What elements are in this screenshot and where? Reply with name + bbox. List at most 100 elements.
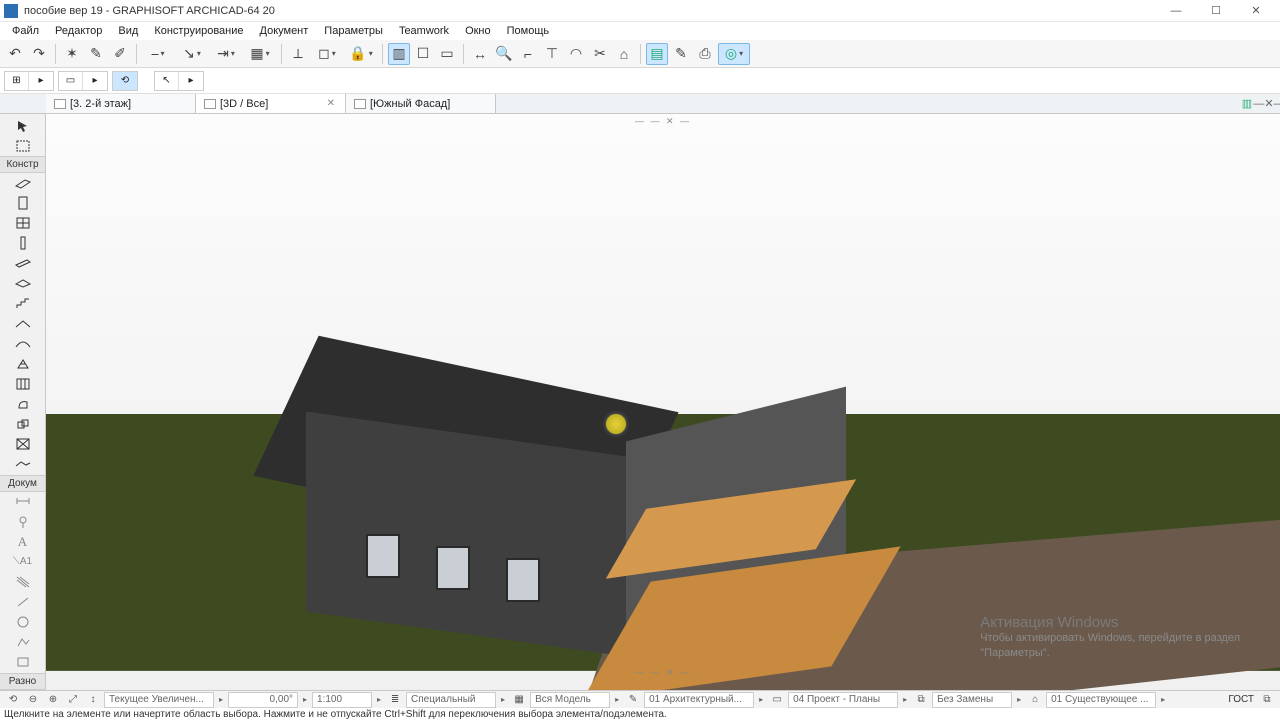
line-tool[interactable] <box>11 592 35 611</box>
nav-back-icon[interactable]: ⟲ <box>4 692 22 708</box>
corner-button[interactable]: ⌐ <box>517 43 539 65</box>
chevron-icon[interactable]: ▸ <box>498 695 508 704</box>
beam-tool[interactable] <box>11 254 35 273</box>
close-button[interactable]: ✕ <box>1236 0 1276 22</box>
geom-opt-1[interactable]: ⊞ <box>5 72 29 90</box>
geom-opt-1b[interactable]: ▸ <box>29 72 53 90</box>
menu-help[interactable]: Помощь <box>499 23 558 39</box>
layer-combo-field[interactable]: Специальный <box>406 692 496 708</box>
guideline-dropdown[interactable]: ⎯ <box>142 43 174 65</box>
model-icon[interactable]: ▦ <box>510 692 528 708</box>
show-hide-button[interactable]: ☐ <box>412 43 434 65</box>
cons-opt-1[interactable]: ▭ <box>59 72 83 90</box>
standard-label[interactable]: ГОСТ <box>1226 694 1256 705</box>
redo-button[interactable]: ↷ <box>28 43 50 65</box>
column-tool[interactable] <box>11 234 35 253</box>
arrow-tool[interactable] <box>11 116 35 135</box>
chevron-icon[interactable]: ▸ <box>1014 695 1024 704</box>
eyedropper-button[interactable]: ✐ <box>109 43 131 65</box>
magic-wand-button[interactable]: ✎ <box>85 43 107 65</box>
minimize-button[interactable]: — <box>1156 0 1196 22</box>
door-tool[interactable] <box>11 193 35 212</box>
trace-button[interactable]: ▭ <box>436 43 458 65</box>
panel-handle-bottom[interactable]: — — ✕ — <box>635 667 691 678</box>
chevron-icon[interactable]: ▸ <box>216 695 226 704</box>
maximize-button[interactable]: ☐ <box>1196 0 1236 22</box>
tab-more-icon[interactable]: ―✕― <box>1258 94 1280 113</box>
arc-button[interactable]: ◠ <box>565 43 587 65</box>
angle-field[interactable]: 0,00° <box>228 692 298 708</box>
replace-field[interactable]: Без Замены <box>932 692 1012 708</box>
label-tool[interactable]: ⟍A1 <box>11 552 35 571</box>
penset-field[interactable]: 01 Архитектурный... <box>644 692 754 708</box>
window-tool[interactable] <box>11 213 35 232</box>
ruler-button[interactable]: ⟂ <box>287 43 309 65</box>
marquee-tool[interactable] <box>11 136 35 155</box>
tab-south-elevation[interactable]: [Южный Фасад] <box>346 94 496 113</box>
text-tool[interactable]: A <box>11 532 35 551</box>
fill-tool[interactable] <box>11 572 35 591</box>
expand-icon[interactable]: ⧉ <box>1258 692 1276 708</box>
menu-view[interactable]: Вид <box>110 23 146 39</box>
reno-icon[interactable]: ⌂ <box>1026 692 1044 708</box>
drawing-tool[interactable] <box>11 653 35 672</box>
morph-tool[interactable] <box>11 394 35 413</box>
scale-field[interactable]: 1:100 <box>312 692 372 708</box>
lock-dropdown[interactable]: 🔒 <box>345 43 377 65</box>
panel-handle-top[interactable]: — — ✕ — <box>635 116 691 127</box>
roof-tool[interactable] <box>11 314 35 333</box>
marquee-button[interactable]: ✎ <box>670 43 692 65</box>
3d-style-dropdown[interactable]: ◎ <box>718 43 750 65</box>
cons-opt-1b[interactable]: ▸ <box>83 72 107 90</box>
fit-icon[interactable]: ⤢ <box>64 692 82 708</box>
chevron-icon[interactable]: ▸ <box>756 695 766 704</box>
3d-doc-button[interactable]: ⎙ <box>694 43 716 65</box>
menu-params[interactable]: Параметры <box>316 23 391 39</box>
arrow-opt-b[interactable]: ▸ <box>179 72 203 90</box>
skylight-tool[interactable] <box>11 354 35 373</box>
find-button[interactable]: 🔍 <box>493 43 515 65</box>
suspend-groups-button[interactable]: ▥ <box>388 43 410 65</box>
zoom-out-icon[interactable]: ⊖ <box>24 692 42 708</box>
menu-teamwork[interactable]: Teamwork <box>391 23 457 39</box>
grid-dropdown[interactable]: ▦ <box>244 43 276 65</box>
replace-icon[interactable]: ⧉ <box>912 692 930 708</box>
orbit-button[interactable]: ⟲ <box>113 72 137 90</box>
tab-3d-all[interactable]: [3D / Все] ✕ <box>196 94 346 113</box>
menu-document[interactable]: Документ <box>252 23 317 39</box>
measure-button[interactable]: ↔ <box>469 43 491 65</box>
circle-tool[interactable] <box>11 613 35 632</box>
menu-design[interactable]: Конструирование <box>146 23 251 39</box>
menu-window[interactable]: Окно <box>457 23 499 39</box>
renovation-field[interactable]: 01 Существующее ... <box>1046 692 1156 708</box>
zoom-in-icon[interactable]: ⊕ <box>44 692 62 708</box>
pen-icon[interactable]: ✎ <box>624 692 642 708</box>
snap-guide-dropdown[interactable]: ↘ <box>176 43 208 65</box>
polyline-tool[interactable] <box>11 633 35 652</box>
pan-icon[interactable]: ↕ <box>84 692 102 708</box>
tab-floor-2[interactable]: [3. 2-й этаж] <box>46 94 196 113</box>
chevron-icon[interactable]: ▸ <box>1158 695 1168 704</box>
stair-tool[interactable] <box>11 294 35 313</box>
viewset-field[interactable]: 04 Проект - Планы <box>788 692 898 708</box>
mesh-tool[interactable] <box>11 455 35 474</box>
cutplane-button[interactable]: ▤ <box>646 43 668 65</box>
object-tool[interactable] <box>11 415 35 434</box>
shell-tool[interactable] <box>11 334 35 353</box>
chevron-icon[interactable]: ▸ <box>374 695 384 704</box>
pick-button[interactable]: ✶ <box>61 43 83 65</box>
undo-button[interactable]: ↶ <box>4 43 26 65</box>
arrow-opt[interactable]: ↖ <box>155 72 179 90</box>
view-icon[interactable]: ▭ <box>768 692 786 708</box>
chevron-icon[interactable]: ▸ <box>900 695 910 704</box>
chevron-icon[interactable]: ▸ <box>612 695 622 704</box>
t-join-button[interactable]: ⊤ <box>541 43 563 65</box>
close-tab-icon[interactable]: ✕ <box>325 98 337 109</box>
menu-edit[interactable]: Редактор <box>47 23 110 39</box>
zoom-field[interactable]: Текущее Увеличен... <box>104 692 214 708</box>
offset-dropdown[interactable]: ⇥ <box>210 43 242 65</box>
level-dim-tool[interactable] <box>11 512 35 531</box>
gravity-dropdown[interactable]: ◻ <box>311 43 343 65</box>
chevron-icon[interactable]: ▸ <box>300 695 310 704</box>
menu-file[interactable]: Файл <box>4 23 47 39</box>
